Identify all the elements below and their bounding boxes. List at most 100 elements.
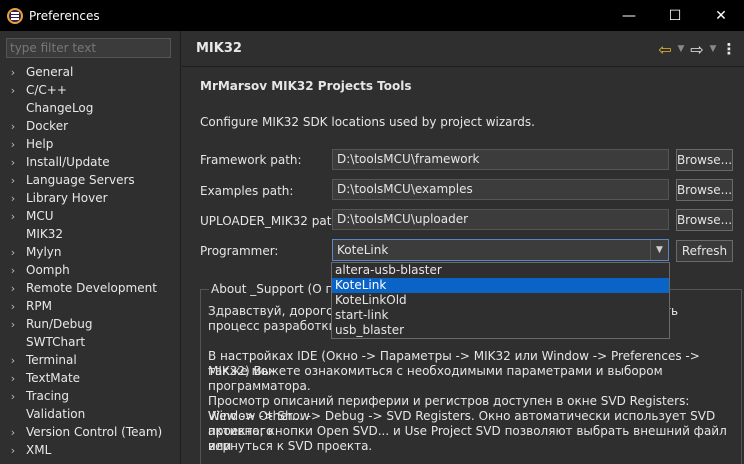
- chevron-right-icon[interactable]: ›: [0, 264, 26, 277]
- tree-item[interactable]: MIK32: [0, 225, 180, 243]
- programmer-selected-value: KoteLink: [337, 243, 389, 257]
- tree-item[interactable]: › C/C++: [0, 81, 180, 99]
- tree-item[interactable]: › Language Servers: [0, 171, 180, 189]
- tree-item[interactable]: Validation: [0, 405, 180, 423]
- page-header: MIK32 ⇦ ▼ ⇨ ▼ ⋮: [182, 31, 744, 67]
- tree-item[interactable]: › MCU: [0, 207, 180, 225]
- tree-item-label: MIK32: [26, 227, 64, 241]
- preferences-sidebar: type filter text › General › C/C++ ChangeLog…: [0, 31, 181, 464]
- tree-item[interactable]: › TextMate: [0, 369, 180, 387]
- tree-item-label: C/C++: [26, 83, 67, 97]
- view-menu-icon[interactable]: ⋮: [720, 39, 738, 59]
- uploader-path-input[interactable]: D:\toolsMCU\uploader: [332, 209, 669, 230]
- tree-item-label: Remote Development: [26, 281, 157, 295]
- tree-item-label: Library Hover: [26, 191, 108, 205]
- tree-item-label: Run/Debug: [26, 317, 93, 331]
- title-bar: Preferences — ☐ ✕: [0, 0, 744, 31]
- chevron-right-icon[interactable]: ›: [0, 300, 26, 313]
- tree-item-label: MCU: [26, 209, 54, 223]
- tree-item[interactable]: › Library Hover: [0, 189, 180, 207]
- maximize-button[interactable]: ☐: [652, 0, 698, 31]
- chevron-right-icon[interactable]: ›: [0, 138, 26, 151]
- programmer-label: Programmer:: [200, 244, 279, 258]
- tree-item[interactable]: › Tracing: [0, 387, 180, 405]
- tree-item[interactable]: › General: [0, 63, 180, 81]
- framework-path-label: Framework path:: [200, 153, 302, 167]
- chevron-right-icon[interactable]: ›: [0, 210, 26, 223]
- chevron-right-icon[interactable]: ›: [0, 174, 26, 187]
- preference-page: MIK32 ⇦ ▼ ⇨ ▼ ⋮ MrMarsov MIK32 Projects …: [182, 31, 744, 464]
- programmer-option[interactable]: KoteLinkOld: [332, 293, 669, 308]
- programmer-option[interactable]: KoteLink: [332, 278, 669, 293]
- chevron-right-icon[interactable]: ›: [0, 66, 26, 79]
- forward-dropdown-icon[interactable]: ▼: [708, 39, 718, 59]
- chevron-right-icon[interactable]: ›: [0, 120, 26, 133]
- chevron-right-icon[interactable]: ›: [0, 390, 26, 403]
- minimize-button[interactable]: —: [606, 0, 652, 31]
- programmer-option[interactable]: usb_blaster: [332, 323, 669, 338]
- tree-item-label: RPM: [26, 299, 52, 313]
- tree-item[interactable]: › RPM: [0, 297, 180, 315]
- close-button[interactable]: ✕: [698, 0, 744, 31]
- programmer-select[interactable]: KoteLink ▼: [332, 239, 669, 261]
- tree-item-label: Validation: [26, 407, 86, 421]
- chevron-right-icon[interactable]: ›: [0, 354, 26, 367]
- examples-browse-button[interactable]: Browse...: [676, 179, 733, 201]
- tree-item-label: Mylyn: [26, 245, 62, 259]
- chevron-right-icon[interactable]: ›: [0, 426, 26, 439]
- chevron-right-icon[interactable]: ›: [0, 246, 26, 259]
- framework-path-input[interactable]: D:\toolsMCU\framework: [332, 149, 669, 170]
- tree-item-label: Language Servers: [26, 173, 135, 187]
- tree-item-label: TextMate: [26, 371, 81, 385]
- programmer-option[interactable]: altera-usb-blaster: [332, 263, 669, 278]
- tree-item-label: Tracing: [26, 389, 70, 403]
- window-controls: — ☐ ✕: [606, 0, 744, 31]
- back-arrow-icon[interactable]: ⇦: [656, 39, 674, 59]
- chevron-down-icon[interactable]: ▼: [650, 240, 668, 260]
- tree-item[interactable]: › Mylyn: [0, 243, 180, 261]
- filter-input[interactable]: type filter text: [6, 38, 171, 58]
- tree-item-label: General: [26, 65, 74, 79]
- uploader-path-label: UPLOADER_MIK32 path:: [200, 214, 344, 228]
- chevron-right-icon[interactable]: ›: [0, 444, 26, 457]
- eclipse-app-icon: [7, 7, 23, 24]
- uploader-browse-button[interactable]: Browse...: [676, 209, 733, 231]
- refresh-button[interactable]: Refresh: [676, 240, 733, 262]
- header-toolbar: ⇦ ▼ ⇨ ▼ ⋮: [656, 31, 738, 67]
- tree-item-label: Docker: [26, 119, 69, 133]
- chevron-right-icon[interactable]: ›: [0, 318, 26, 331]
- about-settings-line-2: также можете ознакомиться с необходимыми…: [208, 364, 663, 393]
- programmer-option[interactable]: start-link: [332, 308, 669, 323]
- chevron-right-icon[interactable]: ›: [0, 282, 26, 295]
- tree-item-label: SWTChart: [26, 335, 86, 349]
- tree-item[interactable]: › Terminal: [0, 351, 180, 369]
- forward-arrow-icon[interactable]: ⇨: [688, 39, 706, 59]
- tree-item-label: Version Control (Team): [26, 425, 163, 439]
- tree-item-label: Terminal: [26, 353, 77, 367]
- tree-item[interactable]: SWTChart: [0, 333, 180, 351]
- tree-item-label: Oomph: [26, 263, 70, 277]
- window-title: Preferences: [29, 8, 100, 23]
- chevron-right-icon[interactable]: ›: [0, 84, 26, 97]
- chevron-right-icon[interactable]: ›: [0, 192, 26, 205]
- about-svd-line-4: вернуться к SVD проекта.: [208, 439, 373, 453]
- tree-item[interactable]: › XML: [0, 441, 180, 459]
- page-title: MIK32: [196, 41, 242, 56]
- chevron-right-icon[interactable]: ›: [0, 156, 26, 169]
- chevron-right-icon[interactable]: ›: [0, 372, 26, 385]
- framework-browse-button[interactable]: Browse...: [676, 149, 733, 171]
- tree-item[interactable]: › Docker: [0, 117, 180, 135]
- tree-item[interactable]: ChangeLog: [0, 99, 180, 117]
- tree-item[interactable]: › Run/Debug: [0, 315, 180, 333]
- section-title: MrMarsov MIK32 Projects Tools: [200, 79, 412, 93]
- back-dropdown-icon[interactable]: ▼: [676, 39, 686, 59]
- examples-path-input[interactable]: D:\toolsMCU\examples: [332, 179, 669, 200]
- page-description: Configure MIK32 SDK locations used by pr…: [200, 115, 535, 129]
- tree-item[interactable]: › Remote Development: [0, 279, 180, 297]
- preferences-tree: › General › C/C++ ChangeLog › Docker › Help › Inst…: [0, 63, 180, 459]
- tree-item[interactable]: › Help: [0, 135, 180, 153]
- tree-item[interactable]: › Oomph: [0, 261, 180, 279]
- examples-path-label: Examples path:: [200, 184, 294, 198]
- tree-item[interactable]: › Install/Update: [0, 153, 180, 171]
- tree-item[interactable]: › Version Control (Team): [0, 423, 180, 441]
